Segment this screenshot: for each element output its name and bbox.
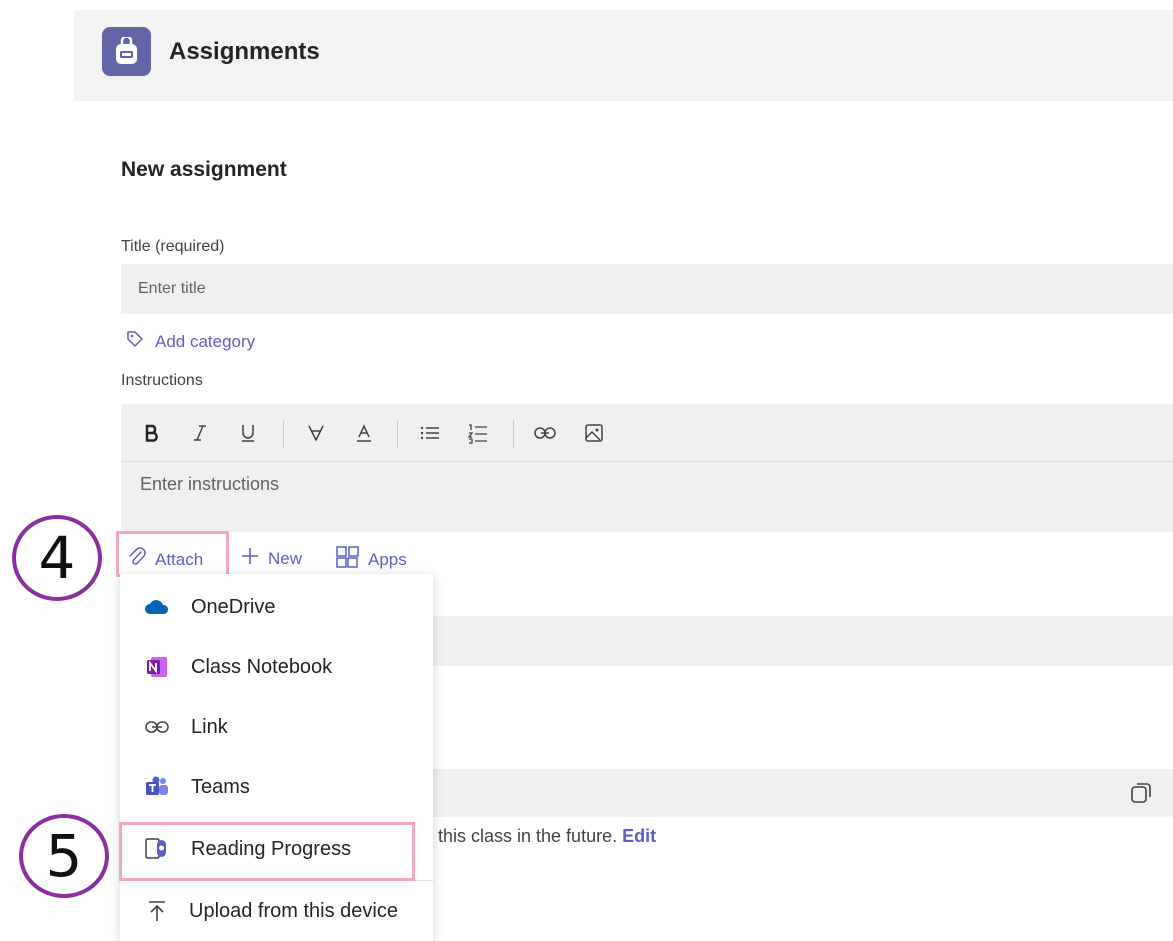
bulleted-list-icon[interactable] bbox=[415, 418, 445, 448]
app-header: Assignments bbox=[74, 10, 1173, 101]
add-category-link[interactable]: Add category bbox=[125, 329, 255, 354]
copy-icon[interactable] bbox=[1129, 781, 1153, 810]
apps-button[interactable]: Apps bbox=[336, 546, 407, 573]
background-field bbox=[433, 769, 1173, 817]
menu-item-label: OneDrive bbox=[191, 595, 276, 618]
highlight-icon[interactable] bbox=[301, 418, 331, 448]
apps-icon bbox=[336, 546, 368, 573]
apps-label: Apps bbox=[368, 549, 407, 569]
numbered-list-icon[interactable] bbox=[463, 418, 493, 448]
title-label: Title (required) bbox=[121, 238, 225, 255]
link-icon[interactable] bbox=[530, 418, 560, 448]
bold-icon[interactable] bbox=[137, 418, 167, 448]
upload-icon bbox=[144, 898, 170, 924]
menu-item-label: Link bbox=[191, 715, 228, 738]
formatting-toolbar bbox=[121, 404, 1173, 462]
attach-highlight bbox=[116, 531, 229, 577]
edit-link[interactable]: Edit bbox=[622, 826, 656, 846]
instructions-placeholder: Enter instructions bbox=[140, 474, 280, 494]
page-title: New assignment bbox=[121, 158, 287, 181]
attach-menu: OneDrive Class Notebook Link Teams Readi… bbox=[120, 574, 433, 941]
menu-item-link[interactable]: Link bbox=[120, 698, 433, 756]
step-5-annotation: 5 bbox=[19, 814, 109, 898]
plus-icon bbox=[240, 546, 268, 571]
italic-icon[interactable] bbox=[185, 418, 215, 448]
teams-icon bbox=[144, 774, 170, 800]
font-color-icon[interactable] bbox=[349, 418, 379, 448]
menu-item-label: Class Notebook bbox=[191, 655, 333, 678]
app-title: Assignments bbox=[169, 38, 320, 65]
menu-item-class-notebook[interactable]: Class Notebook bbox=[120, 638, 433, 696]
link-icon bbox=[144, 714, 170, 740]
menu-item-onedrive[interactable]: OneDrive bbox=[120, 578, 433, 636]
add-category-label: Add category bbox=[155, 331, 256, 351]
instructions-label: Instructions bbox=[121, 372, 203, 389]
new-label: New bbox=[268, 548, 303, 568]
menu-item-label: Upload from this device bbox=[189, 899, 398, 922]
new-button[interactable]: New bbox=[240, 546, 302, 571]
image-icon[interactable] bbox=[579, 418, 609, 448]
reading-progress-highlight bbox=[119, 822, 415, 881]
instructions-editor[interactable]: Enter instructions bbox=[121, 404, 1173, 532]
step-4-annotation: 4 bbox=[12, 515, 102, 601]
backpack-icon bbox=[102, 27, 151, 76]
background-text: this class in the future. Edit bbox=[438, 826, 657, 846]
tag-icon bbox=[125, 329, 155, 354]
title-input[interactable]: Enter title bbox=[121, 264, 1173, 314]
menu-item-label: Teams bbox=[191, 775, 250, 798]
onenote-icon bbox=[144, 654, 170, 680]
title-placeholder: Enter title bbox=[138, 280, 206, 297]
underline-icon[interactable] bbox=[233, 418, 263, 448]
menu-item-teams[interactable]: Teams bbox=[120, 758, 433, 816]
menu-item-upload[interactable]: Upload from this device bbox=[120, 882, 433, 940]
background-field bbox=[433, 616, 1173, 666]
onedrive-icon bbox=[144, 594, 170, 620]
